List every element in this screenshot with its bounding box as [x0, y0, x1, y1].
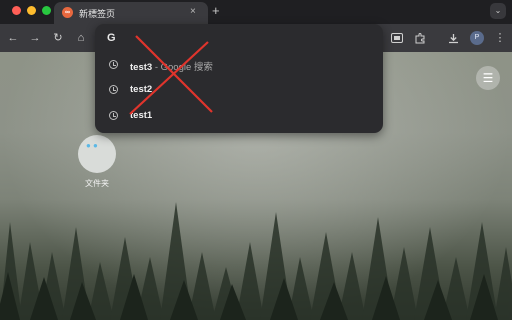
browser-window: ∞ 新標签页 × + ⌄ ← → ↻ ⌂ ⋮ P ☰ ● ● 文件夹 G tes… — [0, 0, 512, 320]
window-controls — [12, 6, 51, 15]
back-icon[interactable]: ← — [6, 31, 20, 45]
minimize-window-button[interactable] — [27, 6, 36, 15]
suggestion-text: test1 — [130, 110, 153, 121]
suggestion-text: test2 — [130, 84, 153, 95]
folder-shortcut[interactable]: ● ● — [78, 135, 116, 173]
tab-title: 新標签页 — [79, 9, 116, 19]
tab-strip: ∞ 新標签页 × + ⌄ — [0, 0, 512, 24]
screen-share-icon[interactable] — [390, 31, 404, 45]
profile-avatar[interactable]: P — [470, 31, 484, 45]
download-icon[interactable] — [446, 31, 460, 45]
reload-icon[interactable]: ↻ — [51, 31, 65, 45]
close-window-button[interactable] — [12, 6, 21, 15]
more-menu-icon[interactable]: ⋮ — [493, 31, 507, 45]
history-icon — [109, 111, 118, 120]
google-search-icon: G — [107, 32, 116, 44]
suggestion-item[interactable]: test2 — [95, 80, 383, 100]
suggestion-hint: - Google 搜索 — [152, 62, 213, 73]
folder-icon: ● ● — [86, 141, 98, 150]
tab-close-icon[interactable]: × — [190, 6, 196, 18]
tab-new-tab[interactable]: ∞ 新標签页 × — [54, 2, 208, 24]
new-tab-button[interactable]: + — [212, 4, 220, 18]
maximize-window-button[interactable] — [42, 6, 51, 15]
hamburger-icon: ☰ — [482, 71, 494, 85]
history-icon — [109, 60, 118, 69]
omnibox-dropdown: G test3 - Google 搜索 test2 test1 — [95, 24, 383, 133]
history-icon — [109, 85, 118, 94]
suggestion-item[interactable]: test1 — [95, 106, 383, 126]
side-menu-button[interactable]: ☰ — [476, 66, 500, 90]
extensions-icon[interactable] — [413, 31, 427, 45]
forward-icon[interactable]: → — [28, 31, 42, 45]
tab-search-button[interactable]: ⌄ — [490, 3, 506, 19]
folder-label: 文件夹 — [85, 179, 109, 188]
suggestion-text: test3 - Google 搜索 — [130, 62, 213, 73]
suggestion-item[interactable]: test3 - Google 搜索 — [95, 55, 383, 75]
tab-favicon-icon: ∞ — [62, 7, 73, 18]
home-icon[interactable]: ⌂ — [74, 31, 88, 45]
